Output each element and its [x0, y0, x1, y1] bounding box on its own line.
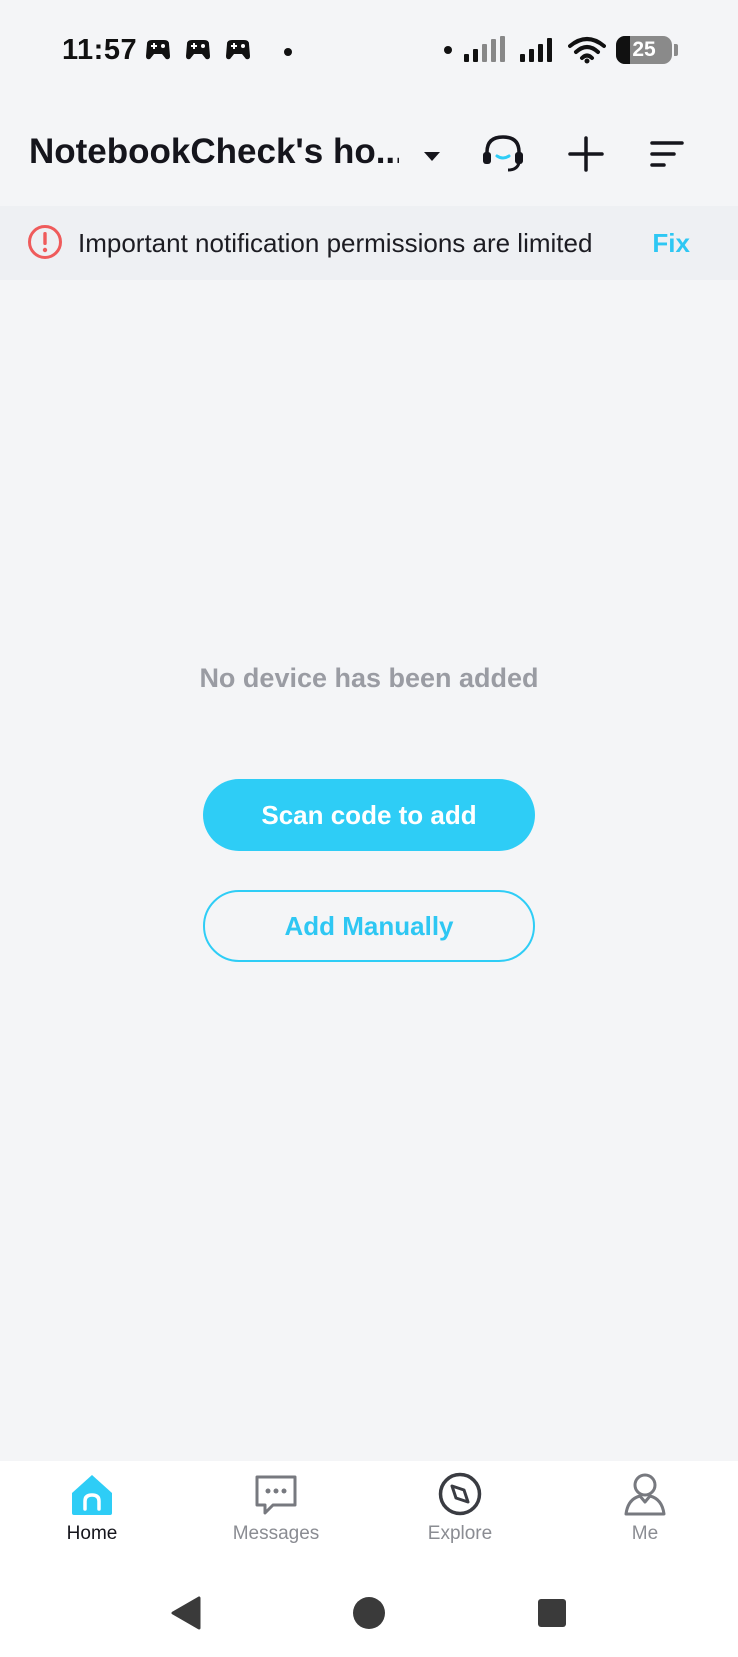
person-icon [624, 1473, 666, 1516]
system-status-icons: 25 [444, 36, 678, 64]
empty-state-message: No device has been added [199, 663, 539, 693]
add-manually-button[interactable]: Add Manually [203, 890, 535, 962]
home-selector-title[interactable]: NotebookCheck's ho... [29, 132, 399, 172]
system-navigation-bar [0, 1571, 738, 1657]
add-device-button[interactable] [560, 128, 612, 180]
nav-me-label: Me [631, 1523, 659, 1544]
nav-messages-label: Messages [232, 1523, 320, 1544]
app-header: NotebookCheck's ho... [0, 110, 738, 200]
permission-banner: Important notification permissions are l… [0, 206, 738, 280]
battery-percent: 25 [632, 38, 656, 61]
more-notifications-dot [284, 48, 292, 56]
plus-icon [568, 136, 604, 172]
menu-icon [650, 141, 684, 167]
wifi-icon [568, 37, 606, 64]
home-circle-icon [353, 1597, 385, 1629]
menu-button[interactable] [641, 128, 693, 180]
banner-message: Important notification permissions are l… [78, 228, 593, 258]
caret-down-icon[interactable] [420, 144, 444, 168]
nav-home[interactable]: Home [17, 1471, 167, 1561]
status-bar: 11:57 25 [0, 0, 738, 100]
indicator-dot [444, 46, 452, 54]
app-screen: 11:57 25 NotebookCheck's ho... Important… [0, 0, 738, 1657]
bottom-navigation: Home Messages Explore Me [0, 1461, 738, 1571]
compass-icon [438, 1472, 482, 1516]
nav-explore-label: Explore [427, 1523, 493, 1544]
battery-icon: 25 [616, 36, 672, 64]
home-system-button[interactable] [347, 1591, 391, 1635]
signal-icon [464, 36, 505, 62]
fix-link[interactable]: Fix [652, 228, 690, 259]
notification-icons [144, 38, 252, 64]
battery-tip [674, 44, 678, 56]
scan-code-button[interactable]: Scan code to add [203, 779, 535, 851]
game-controller-icon [186, 40, 210, 60]
warning-circle-icon [28, 225, 62, 259]
back-button[interactable] [164, 1591, 208, 1635]
recents-button[interactable] [530, 1591, 574, 1635]
back-triangle-icon [171, 1596, 201, 1630]
recents-square-icon [538, 1599, 566, 1627]
signal-icon [520, 38, 552, 62]
headset-icon [483, 135, 523, 172]
nav-me[interactable]: Me [570, 1471, 720, 1561]
nav-explore[interactable]: Explore [385, 1471, 535, 1561]
home-icon [72, 1475, 112, 1515]
support-button[interactable] [477, 128, 529, 180]
game-controller-icon [226, 40, 250, 60]
nav-home-label: Home [66, 1523, 118, 1544]
nav-messages[interactable]: Messages [201, 1471, 351, 1561]
status-time: 11:57 [62, 34, 138, 66]
chat-icon [255, 1475, 297, 1515]
game-controller-icon [146, 40, 170, 60]
